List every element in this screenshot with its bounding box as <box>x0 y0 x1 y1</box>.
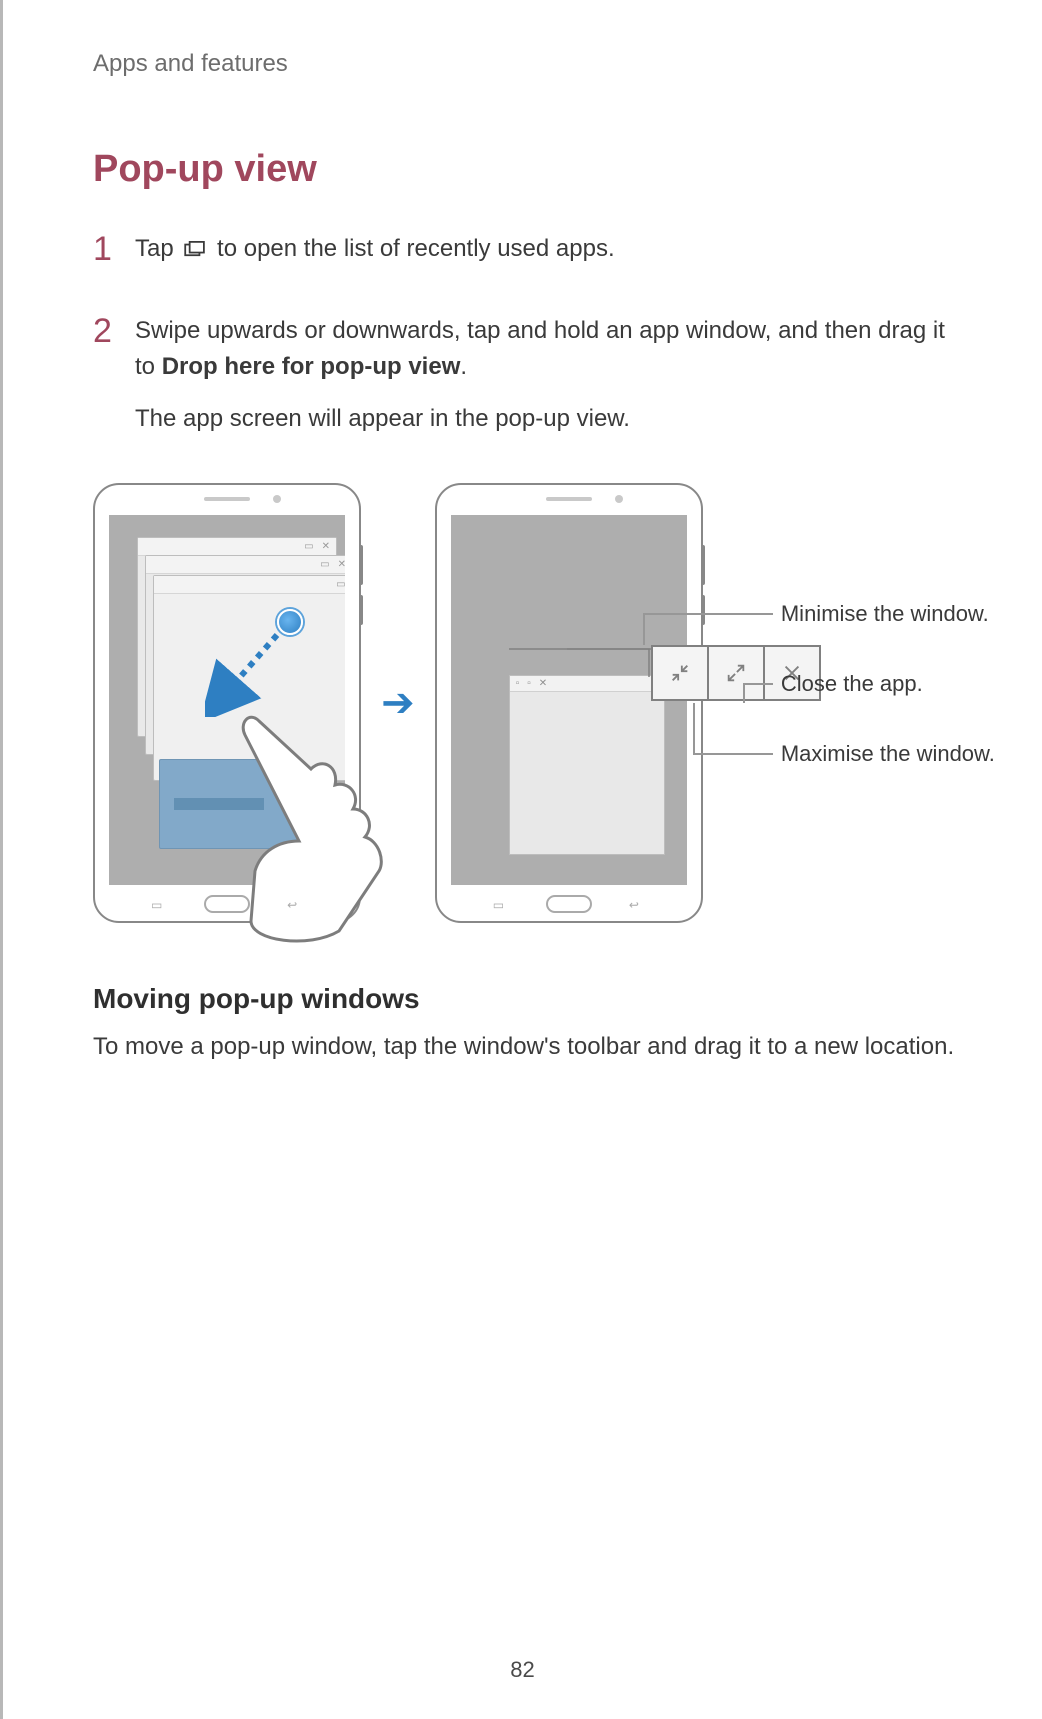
step-2-line1b: . <box>460 353 467 380</box>
home-button-icon <box>546 895 592 913</box>
step-1-text-pre: Tap <box>135 235 180 262</box>
home-button-icon <box>204 895 250 913</box>
page-number: 82 <box>510 1657 534 1683</box>
device-after: ▫ ▫ ✕ ▭ ↩ <box>435 483 703 923</box>
figure: ▭✕ ▭✕ ▭✕ ▭ ↩ ➔ ▫ <box>93 483 962 923</box>
recent-apps-icon <box>184 232 206 248</box>
callout-line <box>643 613 773 615</box>
recent-softkey-icon: ▭ <box>151 898 167 908</box>
back-softkey-icon: ↩ <box>287 898 303 908</box>
device-camera <box>273 495 281 503</box>
device-camera <box>615 495 623 503</box>
callout-line <box>693 753 773 755</box>
callout-line <box>743 683 745 703</box>
step-number: 2 <box>93 313 117 453</box>
callout-line <box>693 703 695 753</box>
device-speaker <box>204 497 250 501</box>
step-number: 1 <box>93 231 117 283</box>
callouts: Minimise the window. Close the app. Maxi… <box>733 483 962 923</box>
body-paragraph: To move a pop-up window, tap the window'… <box>93 1029 962 1065</box>
device-side-button <box>701 595 705 625</box>
device-side-button <box>359 545 363 585</box>
step-2-bold: Drop here for pop-up view <box>162 353 461 380</box>
callout-line <box>743 683 773 685</box>
device-before: ▭✕ ▭✕ ▭✕ ▭ ↩ <box>93 483 361 923</box>
step-2: 2 Swipe upwards or downwards, tap and ho… <box>93 313 962 453</box>
breadcrumb: Apps and features <box>93 50 962 78</box>
callout-minimise: Minimise the window. <box>781 601 989 627</box>
device-speaker <box>546 497 592 501</box>
callout-close: Close the app. <box>781 671 923 697</box>
back-softkey-icon: ↩ <box>629 898 645 908</box>
section-title: Pop-up view <box>93 148 962 191</box>
recent-softkey-icon: ▭ <box>493 898 509 908</box>
device-side-button <box>701 545 705 585</box>
callout-maximise: Maximise the window. <box>781 741 995 767</box>
subheading: Moving pop-up windows <box>93 983 962 1015</box>
step-1-text-post: to open the list of recently used apps. <box>217 235 615 262</box>
step-2-line2: The app screen will appear in the pop-up… <box>135 401 962 437</box>
step-1: 1 Tap to open the list of recently used … <box>93 231 962 283</box>
callout-line <box>643 613 645 645</box>
minimise-icon <box>653 647 709 699</box>
device-side-button <box>359 595 363 625</box>
